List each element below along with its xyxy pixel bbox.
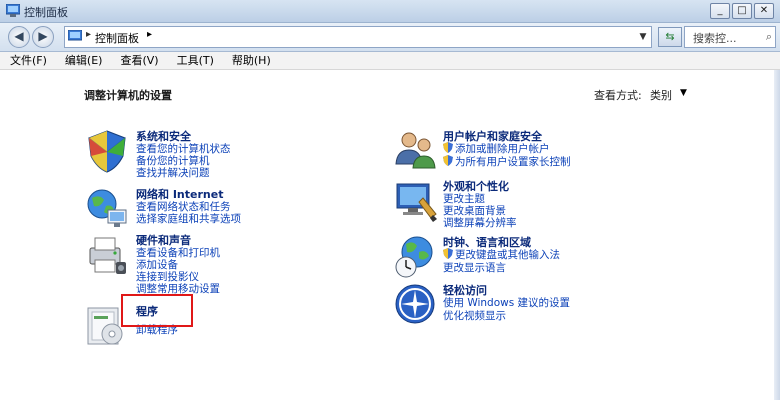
minimize-button[interactable]: _ [710,3,730,19]
page-title: 调整计算机的设置 [84,89,172,102]
menu-file[interactable]: 文件(F) [0,52,55,69]
back-arrow-icon[interactable]: ◀ [8,26,30,48]
control-panel-icon [68,30,82,41]
uac-shield-icon [443,248,453,259]
highlight-box [121,294,193,327]
chevron-down-icon[interactable]: ▼ [635,27,651,47]
search-icon[interactable]: ⌕ [766,30,772,44]
view-by-label: 查看方式: [594,89,642,102]
link-optimize-video[interactable]: 优化视频显示 [443,308,506,323]
menu-view[interactable]: 查看(V) [110,52,166,69]
control-panel-icon [6,4,20,17]
window-border [774,70,780,400]
chevron-right-icon[interactable]: ▸ [86,29,91,40]
window-title: 控制面板 [24,6,68,19]
shield-icon [88,130,126,173]
refresh-button[interactable]: ⇆ [658,27,682,47]
link-troubleshoot[interactable]: 查找并解决问题 [136,165,210,180]
breadcrumb[interactable]: 控制面板 [95,30,139,46]
globe-clock-icon [395,236,433,278]
search-placeholder: 搜索控... [693,32,737,45]
menu-help[interactable]: 帮助(H) [222,52,279,69]
close-button[interactable]: ✕ [754,3,774,19]
link-parental-controls[interactable]: 为所有用户设置家长控制 [443,154,571,169]
navigation-bar: ◀ ▶ ▸ 控制面板 ▸ ▼ ⇆ 搜索控... ⌕ [0,23,780,52]
users-icon [395,132,436,169]
uac-shield-icon [443,155,453,166]
printer-icon [89,237,126,274]
content-area: 调整计算机的设置 查看方式: 类别 ▼ 系统和安全 查看您的计算机状态 备份您的… [0,70,780,400]
menu-tools[interactable]: 工具(T) [167,52,222,69]
view-by-dropdown[interactable]: 类别 [650,87,672,103]
forward-arrow-icon[interactable]: ▶ [32,26,54,48]
link-display-language[interactable]: 更改显示语言 [443,260,506,275]
uac-shield-icon [443,142,453,153]
link-label: 为所有用户设置家长控制 [455,156,571,168]
ease-of-access-icon [395,284,435,324]
maximize-button[interactable]: □ [732,3,752,19]
link-resolution[interactable]: 调整屏幕分辨率 [443,215,517,230]
menu-bar: 文件(F) 编辑(E) 查看(V) 工具(T) 帮助(H) [0,52,780,70]
menu-edit[interactable]: 编辑(E) [55,52,111,69]
link-homegroup[interactable]: 选择家庭组和共享选项 [136,211,241,226]
title-bar: 控制面板 _ □ ✕ [0,0,780,23]
address-bar[interactable]: ▸ 控制面板 ▸ ▼ [64,26,652,48]
network-globe-icon [87,189,127,227]
appearance-icon [396,183,437,222]
chevron-down-icon[interactable]: ▼ [680,88,687,98]
chevron-right-icon[interactable]: ▸ [147,29,152,40]
search-input[interactable]: 搜索控... ⌕ [684,26,776,48]
